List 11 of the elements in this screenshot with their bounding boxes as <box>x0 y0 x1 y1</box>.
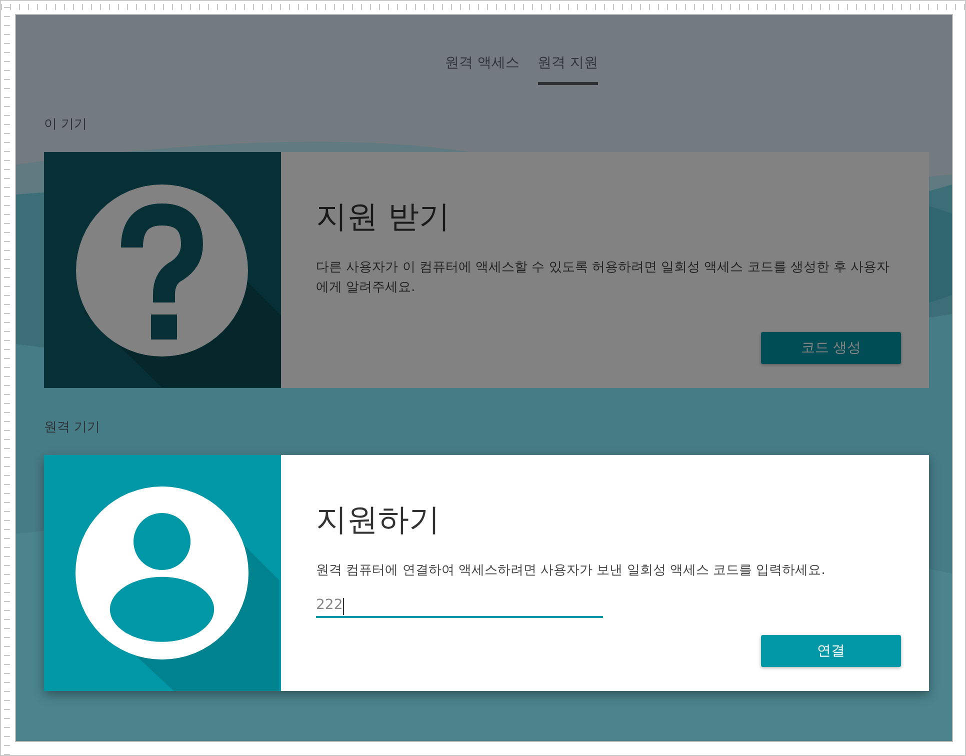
action-button[interactable]: 코드 생성 <box>761 332 901 364</box>
card-title: 지원하기 <box>316 501 441 540</box>
action-button[interactable]: 연결 <box>761 635 901 667</box>
section-heading: 이 기기 <box>44 116 88 133</box>
card-title: 지원 받기 <box>316 198 451 237</box>
card-description: 다른 사용자가 이 컴퓨터에 액세스할 수 있도록 허용하려면 일회성 액세스 코드를 생성한 후 사용자에게 알려주세요. <box>316 259 891 297</box>
section-heading: 원격 기기 <box>44 419 102 436</box>
access-code-field[interactable]: 222 <box>316 595 603 618</box>
card-description: 원격 컴퓨터에 연결하여 액세스하려면 사용자가 보낸 일회성 액세스 코드를 입력하세요. <box>316 562 826 580</box>
tab[interactable]: 원격 지원 <box>538 51 598 85</box>
tab[interactable]: 원격 액세스 <box>445 51 520 85</box>
